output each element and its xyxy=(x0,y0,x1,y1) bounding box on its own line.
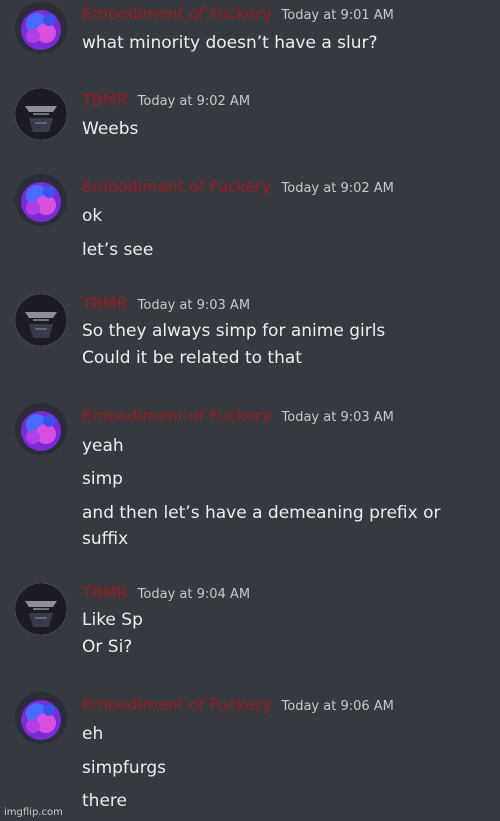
dark-figure-avatar[interactable] xyxy=(15,294,67,346)
message-header: Embodiment of Fuckery Today at 9:01 AM xyxy=(82,4,394,23)
timestamp[interactable]: Today at 9:03 AM xyxy=(138,298,250,313)
timestamp[interactable]: Today at 9:04 AM xyxy=(138,587,250,602)
purple-blob-avatar[interactable] xyxy=(15,403,67,455)
purple-blob-avatar[interactable] xyxy=(15,692,67,744)
message-text: Like Sp xyxy=(82,610,143,630)
message-text: Or Si? xyxy=(82,637,133,657)
message-text: So they always simp for anime girls xyxy=(82,321,386,341)
timestamp[interactable]: Today at 9:02 AM xyxy=(138,94,250,109)
timestamp[interactable]: Today at 9:02 AM xyxy=(282,181,394,196)
message-header: TBMR Today at 9:04 AM xyxy=(82,583,250,602)
message-text: there xyxy=(82,791,127,811)
username[interactable]: TBMR xyxy=(82,90,128,109)
dark-figure-avatar[interactable] xyxy=(15,88,67,140)
username[interactable]: Embodiment of Fuckery xyxy=(82,406,272,425)
message-text: suffix xyxy=(82,529,129,549)
dark-figure-avatar[interactable] xyxy=(15,583,67,635)
timestamp[interactable]: Today at 9:06 AM xyxy=(282,699,394,714)
message-text: Could it be related to that xyxy=(82,348,302,368)
username[interactable]: Embodiment of Fuckery xyxy=(82,4,272,23)
timestamp[interactable]: Today at 9:03 AM xyxy=(282,410,394,425)
message-text: Weebs xyxy=(82,119,139,139)
message-text: what minority doesn’t have a slur? xyxy=(82,33,378,53)
purple-blob-avatar[interactable] xyxy=(15,2,67,54)
username[interactable]: Embodiment of Fuckery xyxy=(82,177,272,196)
username[interactable]: TBMR xyxy=(82,294,128,313)
message-text: let’s see xyxy=(82,240,154,260)
message-text: simp xyxy=(82,469,123,489)
message-header: Embodiment of Fuckery Today at 9:02 AM xyxy=(82,177,394,196)
purple-blob-avatar[interactable] xyxy=(15,174,67,226)
message-text: eh xyxy=(82,724,104,744)
message-text: yeah xyxy=(82,436,124,456)
message-header: TBMR Today at 9:02 AM xyxy=(82,90,250,109)
message-header: Embodiment of Fuckery Today at 9:03 AM xyxy=(82,406,394,425)
chat-log: Embodiment of Fuckery Today at 9:01 AM wh… xyxy=(0,0,500,821)
message-header: Embodiment of Fuckery Today at 9:06 AM xyxy=(82,695,394,714)
username[interactable]: TBMR xyxy=(82,583,128,602)
message-header: TBMR Today at 9:03 AM xyxy=(82,294,250,313)
message-text: simpfurgs xyxy=(82,758,167,778)
username[interactable]: Embodiment of Fuckery xyxy=(82,695,272,714)
message-text: and then let’s have a demeaning prefix o… xyxy=(82,503,441,523)
message-text: ok xyxy=(82,206,103,226)
watermark: imgflip.com xyxy=(4,807,63,818)
timestamp[interactable]: Today at 9:01 AM xyxy=(282,8,394,23)
